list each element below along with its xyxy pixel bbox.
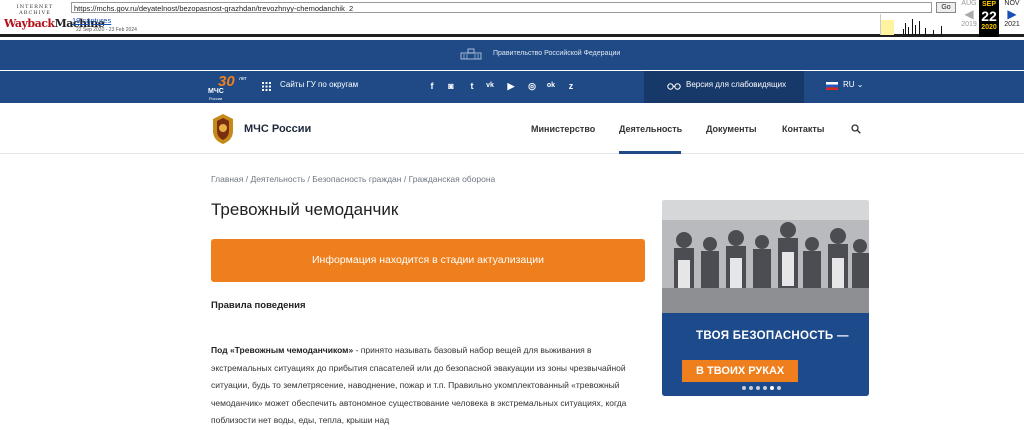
- article-paragraph: Под «Тревожным чемоданчиком» - принято н…: [211, 345, 627, 425]
- breadcrumb-civil-defense[interactable]: Гражданская оборона: [409, 174, 496, 184]
- wayback-next-month[interactable]: NOV ▶ 2021: [1001, 0, 1023, 28]
- government-link[interactable]: Правительство Российской Федерации: [493, 50, 620, 57]
- mchs-30-logo[interactable]: 30 лет МЧС России: [208, 73, 254, 101]
- russia-flag-icon: [826, 82, 838, 90]
- page-title: Тревожный чемоданчик: [211, 200, 399, 219]
- vk-icon[interactable]: vk: [485, 81, 495, 91]
- breadcrumb-safety[interactable]: Безопасность граждан: [312, 174, 401, 184]
- section-subtitle: Правила поведения: [211, 300, 306, 311]
- mchs-emblem-icon[interactable]: [211, 113, 235, 145]
- slider-dot[interactable]: [749, 386, 753, 390]
- vision-label[interactable]: Версия для слабовидящих: [686, 80, 786, 89]
- promo-slider[interactable]: ТВОЯ БЕЗОПАСНОСТЬ — В ТВОИХ РУКАХ: [662, 200, 869, 396]
- next-arrow-icon[interactable]: ▶: [1001, 7, 1023, 21]
- status-banner: Информация находится в стадии актуализац…: [211, 239, 645, 282]
- wayback-url-input[interactable]: https://mchs.gov.ru/deyatelnost/bezopasn…: [71, 2, 932, 13]
- wayback-sparkline[interactable]: [880, 14, 958, 35]
- language-selector[interactable]: RU ⌄: [843, 80, 864, 89]
- prev-arrow-icon[interactable]: ◀: [960, 7, 978, 21]
- slider-dot[interactable]: [763, 386, 767, 390]
- odnoklassniki-alt-icon[interactable]: ◎: [527, 81, 537, 91]
- brand-name[interactable]: МЧС России: [244, 123, 311, 135]
- grid-icon: [262, 82, 271, 91]
- breadcrumb-activity[interactable]: Деятельность: [250, 174, 305, 184]
- instagram-icon[interactable]: ◙: [446, 81, 456, 91]
- search-icon[interactable]: [851, 124, 861, 134]
- active-nav-indicator: [619, 151, 681, 154]
- government-band: Правительство Российской Федерации: [0, 40, 1024, 70]
- twitter-icon[interactable]: t: [467, 81, 477, 91]
- wayback-toolbar: INTERNET ARCHIVE WaybackMachine https://…: [0, 0, 1024, 37]
- promo-photo: [662, 200, 869, 313]
- nav-item-contacts[interactable]: Контакты: [782, 124, 824, 134]
- wayback-logo[interactable]: INTERNET ARCHIVE WaybackMachine: [4, 4, 105, 30]
- children-group-photo: [662, 200, 869, 313]
- wayback-date-range: 22 Sep 2020 - 23 Feb 2024: [76, 27, 137, 33]
- slider-dots[interactable]: [742, 377, 784, 395]
- chevron-down-icon: ⌄: [856, 80, 864, 89]
- promo-headline: ТВОЯ БЕЗОПАСНОСТЬ —: [696, 330, 849, 342]
- nav-item-ministry[interactable]: Министерство: [531, 124, 595, 134]
- government-building-icon: [460, 48, 482, 60]
- glasses-icon: [667, 83, 681, 90]
- facebook-icon[interactable]: f: [427, 81, 437, 91]
- wayback-go-button[interactable]: Go: [936, 2, 956, 13]
- main-navigation: [0, 103, 1024, 154]
- odnoklassniki-icon[interactable]: ok: [546, 81, 556, 91]
- nav-item-documents[interactable]: Документы: [706, 124, 757, 134]
- slider-dot-active[interactable]: [770, 386, 774, 390]
- wayback-prev-month[interactable]: AUG ◀ 2019: [960, 0, 978, 28]
- slider-dot[interactable]: [742, 386, 746, 390]
- youtube-icon[interactable]: ▶: [506, 81, 516, 91]
- wayback-logo-main: WaybackMachine: [4, 17, 105, 30]
- slider-dot[interactable]: [756, 386, 760, 390]
- zen-icon[interactable]: z: [566, 81, 576, 91]
- breadcrumb: Главная / Деятельность / Безопасность гр…: [211, 174, 496, 184]
- nav-item-activity[interactable]: Деятельность: [619, 124, 682, 134]
- slider-dot[interactable]: [777, 386, 781, 390]
- okrug-sites-link[interactable]: Сайты ГУ по округам: [280, 80, 358, 89]
- breadcrumb-home[interactable]: Главная: [211, 174, 243, 184]
- wayback-logo-top: INTERNET ARCHIVE: [16, 4, 54, 16]
- wayback-captures-link[interactable]: 19 captures: [72, 16, 111, 25]
- wayback-current-date: SEP 22 2020: [979, 0, 999, 37]
